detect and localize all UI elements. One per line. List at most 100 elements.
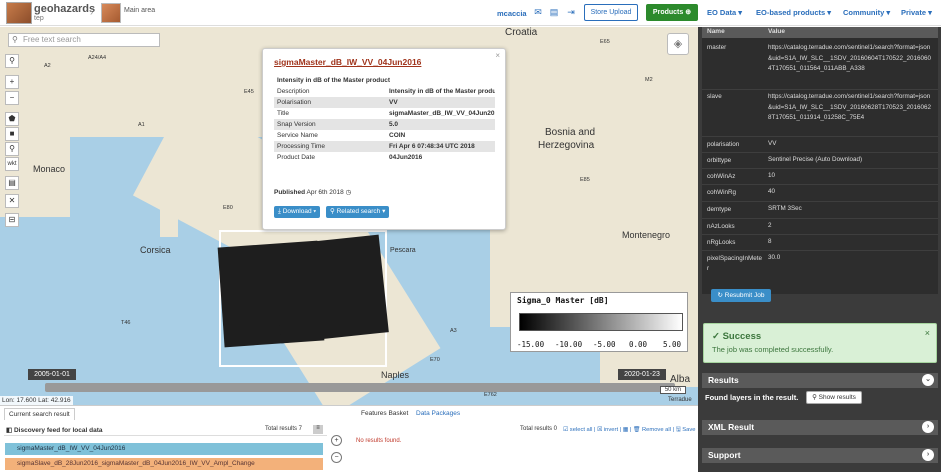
chevron-right-icon[interactable]: ›	[922, 449, 934, 461]
measure-button[interactable]: ⊟	[5, 213, 19, 227]
result-item[interactable]: sigmaSlave_dB_28Jun2016_sigmaMaster_dB_0…	[5, 458, 323, 470]
support-section-header[interactable]: Support ›	[702, 448, 938, 463]
param-key: slave	[707, 93, 722, 100]
published-date: Apr 6th 2018	[306, 189, 344, 196]
draw-polygon-button[interactable]: ⬟	[5, 112, 19, 126]
menu-community[interactable]: Community ▾	[843, 8, 890, 17]
land-balkans	[490, 27, 698, 327]
tab-current-search[interactable]: Current search result	[4, 408, 75, 420]
tab-features-basket[interactable]: Features Basket	[357, 408, 412, 420]
zoom-out-feed-button[interactable]: −	[331, 452, 342, 463]
wkt-button[interactable]: wkt	[5, 157, 19, 171]
clock-icon: ◷	[345, 189, 352, 196]
prop-value: 04Jun2016	[389, 154, 423, 161]
table-row: nAzLooks 2	[702, 219, 938, 235]
products-button[interactable]: Products ⊕	[646, 4, 698, 21]
param-value: https://catalog.terradue.com/sentinel1/s…	[768, 93, 931, 121]
timeline-start[interactable]: 2005-01-01	[28, 369, 76, 380]
logout-icon[interactable]: ⇥	[566, 8, 576, 17]
dropdown-icon[interactable]: ◧	[6, 427, 12, 434]
search-icon: ⚲	[12, 35, 18, 44]
tab-data-packages[interactable]: Data Packages	[412, 408, 464, 420]
zoom-in-feed-button[interactable]: +	[331, 435, 342, 446]
layers-list-button[interactable]: ▤	[5, 176, 19, 190]
table-header: Name Value	[702, 27, 938, 38]
prop-key: Title	[277, 110, 290, 117]
menu-private[interactable]: Private ▾	[901, 8, 932, 17]
username-link[interactable]: mcaccia	[497, 9, 527, 18]
draw-point-button[interactable]: ⚲	[5, 142, 19, 156]
label-montenegro: Montenegro	[622, 230, 671, 240]
road-label: E85	[580, 177, 590, 183]
download-label: Download ▾	[282, 208, 317, 215]
results-section-header[interactable]: Results ⌄	[702, 373, 938, 388]
prop-key: Polarisation	[274, 97, 386, 108]
result-item[interactable]: sigmaMaster_dB_IW_VV_04Jun2016	[5, 443, 323, 455]
road-label: E762	[484, 392, 497, 398]
published-label: Published	[274, 189, 306, 196]
table-row: slave https://catalog.terradue.com/senti…	[702, 90, 938, 137]
road-label: A3	[450, 328, 457, 334]
brand-name[interactable]: geohazards	[34, 3, 95, 15]
prop-key: Description	[277, 88, 310, 95]
popup-properties-table: Intensity in dB of the Master product De…	[274, 75, 495, 163]
prop-key: Service Name	[277, 132, 318, 139]
param-key: demtype	[707, 206, 732, 213]
draw-rectangle-button[interactable]: ■	[5, 127, 19, 141]
related-search-button[interactable]: ⚲ Related search ▾	[326, 206, 390, 218]
table-row: nRgLooks 8	[702, 235, 938, 251]
main-area-thumbnail[interactable]	[101, 3, 121, 23]
list-view-icon[interactable]: ≡	[313, 425, 323, 434]
mail-icon[interactable]: ✉	[533, 8, 543, 17]
map-search-tool[interactable]: ⚲	[5, 54, 19, 68]
prop-value: Fri Apr 6 07:48:34 UTC 2018	[386, 141, 495, 152]
top-navbar: geohazards tep › Main area mcaccia ✉ ▤ ⇥…	[0, 0, 941, 26]
table-row: orbittype Sentinel Precise (Auto Downloa…	[702, 153, 938, 169]
prop-key: Product Date	[277, 154, 315, 161]
menu-eo-data[interactable]: EO Data ▾	[707, 8, 742, 17]
param-key: cohWinAz	[707, 173, 736, 180]
road-label: E70	[430, 357, 440, 363]
basket-toolbar[interactable]: ☑ select all | ☒ invert | ▦ | 🗑 Remove a…	[563, 425, 695, 435]
popup-title[interactable]: sigmaMaster_dB_IW_VV_04Jun2016	[274, 57, 421, 67]
breadcrumb-main-area[interactable]: Main area	[124, 7, 155, 14]
param-key: pixelSpacingInMeter	[707, 255, 762, 272]
resubmit-job-button[interactable]: ↻ Resubmit Job	[711, 289, 771, 302]
chevron-down-icon[interactable]: ⌄	[922, 374, 934, 386]
job-parameters-table: Name Value master https://catalog.terrad…	[702, 27, 938, 294]
close-icon[interactable]: ×	[925, 328, 930, 338]
calendar-icon[interactable]: ▤	[549, 8, 559, 17]
close-icon[interactable]: ×	[495, 51, 500, 60]
geohazards-logo[interactable]	[6, 2, 32, 24]
sar-footprint[interactable]	[217, 230, 389, 367]
success-alert: ✓ Success The job was completed successf…	[703, 323, 937, 363]
prop-value: sigmaMaster_dB_IW_VV_04Jun2016	[389, 110, 495, 117]
prop-value: VV	[386, 97, 495, 108]
layers-icon[interactable]: ◈	[667, 33, 689, 55]
xml-result-section-header[interactable]: XML Result ›	[702, 420, 938, 435]
store-upload-button[interactable]: Store Upload	[584, 4, 638, 21]
land-corsica	[160, 187, 178, 237]
table-row: demtype SRTM 3Sec	[702, 202, 938, 219]
free-text-search-input[interactable]: ⚲ Free text search	[8, 33, 160, 47]
timeline-slider[interactable]	[45, 383, 675, 392]
legend-tick: 5.00	[663, 340, 682, 349]
road-label: E45	[244, 89, 254, 95]
success-message: The job was completed successfully.	[712, 345, 834, 354]
map-attribution[interactable]: Terradue	[668, 397, 692, 403]
download-button[interactable]: ⤓ Download ▾	[274, 206, 321, 218]
menu-eo-based-products[interactable]: EO-based products ▾	[756, 8, 831, 17]
param-value: 10	[768, 172, 776, 179]
param-key: master	[707, 44, 727, 51]
table-row: cohWinAz 10	[702, 169, 938, 185]
timeline-end[interactable]: 2020-01-23	[618, 369, 666, 380]
clear-draw-button[interactable]: ✕	[5, 194, 19, 208]
show-results-button[interactable]: ⚲ Show results	[806, 391, 862, 404]
zoom-in-button[interactable]: +	[5, 75, 19, 89]
label-pescara: Pescara	[390, 247, 416, 254]
chevron-right-icon[interactable]: ›	[922, 421, 934, 433]
products-label: Products	[652, 9, 684, 16]
param-value: 30.0	[768, 254, 781, 261]
road-label: A1	[138, 122, 145, 128]
zoom-out-button[interactable]: −	[5, 91, 19, 105]
